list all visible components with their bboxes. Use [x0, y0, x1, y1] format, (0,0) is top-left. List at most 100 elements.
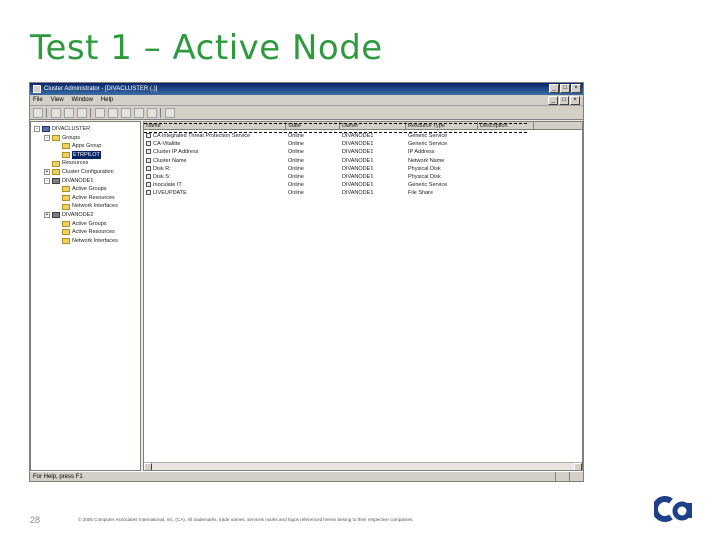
tree-item[interactable]: + Cluster Configuration	[31, 168, 140, 177]
folder-icon	[62, 220, 70, 227]
tree-item[interactable]: ETRPILOT	[31, 150, 140, 160]
list-row[interactable]: Cluster IP Address Online DIVANODE1 IP Addr…	[144, 148, 582, 156]
status-panel	[555, 472, 569, 481]
list-cell: Online	[288, 149, 304, 156]
mdi-minimize-button[interactable]: _	[548, 96, 558, 105]
window-titlebar[interactable]: Cluster Administrator - [DIVACLUSTER (.)…	[30, 83, 583, 95]
new-group-icon[interactable]	[51, 108, 61, 118]
list-cell: DIVANODE1	[342, 190, 374, 197]
details-view-icon[interactable]	[147, 108, 157, 118]
node-icon	[52, 212, 60, 219]
list-cell	[478, 132, 534, 140]
tree-expander[interactable]: -	[44, 134, 50, 141]
list-cell: DIVANODE1	[342, 173, 374, 180]
open-connection-icon[interactable]	[33, 108, 43, 118]
tree-item[interactable]: Apps Group	[31, 142, 140, 151]
tree-item-label: DIVANODE2	[62, 211, 94, 218]
small-icons-icon[interactable]	[121, 108, 131, 118]
tree-item-label: Network Interfaces	[72, 203, 118, 210]
scroll-left-arrow[interactable]	[144, 463, 152, 470]
list-cell: Online	[288, 173, 304, 180]
resource-name: Inoculate IT	[153, 182, 182, 189]
large-icons-icon[interactable]	[108, 108, 118, 118]
minimize-button[interactable]: _	[549, 84, 559, 93]
list-cell	[478, 189, 534, 197]
list-cell: IP Address	[408, 149, 435, 156]
list-row[interactable]: CA Integrated Threat Protection Service O…	[144, 132, 582, 140]
delete-icon[interactable]	[77, 108, 87, 118]
properties-icon[interactable]	[95, 108, 105, 118]
folder-icon	[62, 152, 70, 159]
tree-item[interactable]: Network Interfaces	[31, 237, 140, 246]
new-resource-icon[interactable]	[64, 108, 74, 118]
tree-item[interactable]: Network Interfaces	[31, 202, 140, 211]
resource-icon	[146, 173, 151, 179]
list-row[interactable]: Disk S: Online DIVANODE1 Physical Disk	[144, 173, 582, 181]
menu-help[interactable]: Help	[101, 95, 113, 105]
list-cell: Online	[288, 165, 304, 172]
tree-expander[interactable]: +	[44, 212, 50, 219]
list-cell: Disk S:	[144, 173, 286, 181]
tree-item[interactable]: Active Resources	[31, 194, 140, 203]
resource-name: CA Integrated Threat Protection Service	[153, 133, 251, 139]
folder-icon	[52, 169, 60, 176]
menu-window[interactable]: Window	[72, 95, 93, 105]
list-row[interactable]: LIVEUPDATE Online DIVANODE1 File Share	[144, 189, 582, 197]
list-cell: DIVANODE1	[342, 157, 374, 164]
list-cell	[478, 157, 534, 165]
folder-icon	[62, 203, 70, 210]
help-icon[interactable]	[165, 108, 175, 118]
ca-logo-icon	[654, 496, 692, 522]
tree-item[interactable]: Resources	[31, 159, 140, 168]
mdi-close-button[interactable]: ×	[570, 96, 580, 105]
close-button[interactable]: ×	[571, 84, 581, 93]
node-icon	[52, 177, 60, 184]
resource-icon	[146, 133, 151, 139]
list-cell: DIVANODE1	[342, 133, 374, 139]
list-cell	[478, 165, 534, 173]
list-row[interactable]: Cluster Name Online DIVANODE1 Network Name	[144, 157, 582, 165]
tree-item[interactable]: - Groups	[31, 134, 140, 143]
cluster-administrator-window: Cluster Administrator - [DIVACLUSTER (.)…	[29, 82, 584, 482]
tree-item[interactable]: Active Groups	[31, 185, 140, 194]
list-cell: Disk R:	[144, 165, 286, 173]
maximize-button[interactable]: □	[560, 84, 570, 93]
folder-icon	[62, 229, 70, 236]
mdi-restore-button[interactable]: □	[559, 96, 569, 105]
list-cell: Online	[288, 141, 304, 148]
tree-expander[interactable]: -	[34, 126, 40, 133]
statusbar: For Help, press F1	[30, 471, 583, 481]
tree-item[interactable]: + DIVANODE2	[31, 211, 140, 220]
list-cell: Generic Service	[408, 182, 448, 189]
list-row[interactable]: Disk R: Online DIVANODE1 Physical Disk	[144, 165, 582, 173]
tree-item-label: Active Resources	[72, 229, 115, 236]
list-row[interactable]: CA-Vitalitte Online DIVANODE1 Generic Servi…	[144, 140, 582, 148]
copyright-notice: © 2005 Computer Associates International…	[78, 517, 414, 522]
list-cell: Inoculate IT	[144, 181, 286, 189]
list-cell: Network Name	[408, 157, 445, 164]
tree-item-label: Groups	[62, 134, 81, 141]
resource-name: Disk R:	[153, 165, 171, 172]
folder-icon	[52, 134, 60, 141]
tree-item[interactable]: - DIVACLUSTER	[31, 125, 140, 134]
resource-icon	[146, 165, 151, 171]
cluster-tree[interactable]: - DIVACLUSTER - Groups Apps Group ETRPILOT Res…	[30, 121, 141, 471]
tree-item[interactable]: - DIVANODE1	[31, 177, 140, 186]
horizontal-scrollbar[interactable]	[144, 462, 582, 470]
tree-item[interactable]: Active Groups	[31, 220, 140, 229]
resource-icon	[146, 149, 151, 155]
list-view-icon[interactable]	[134, 108, 144, 118]
status-text: For Help, press F1	[33, 474, 83, 480]
scroll-right-arrow[interactable]	[574, 463, 582, 470]
menu-file[interactable]: File	[33, 95, 43, 105]
tree-item-label: Active Groups	[72, 220, 107, 227]
list-row[interactable]: Inoculate IT Online DIVANODE1 Generic Servi…	[144, 181, 582, 189]
resource-icon	[146, 157, 151, 163]
list-cell: Physical Disk	[408, 165, 441, 172]
list-cell: CA Integrated Threat Protection Service	[144, 132, 286, 140]
tree-expander[interactable]: +	[44, 169, 50, 176]
tree-expander[interactable]: -	[44, 177, 50, 184]
menu-view[interactable]: View	[51, 95, 64, 105]
resource-list[interactable]: Name State Owner Resource Type Description C…	[143, 121, 583, 471]
tree-item[interactable]: Active Resources	[31, 228, 140, 237]
